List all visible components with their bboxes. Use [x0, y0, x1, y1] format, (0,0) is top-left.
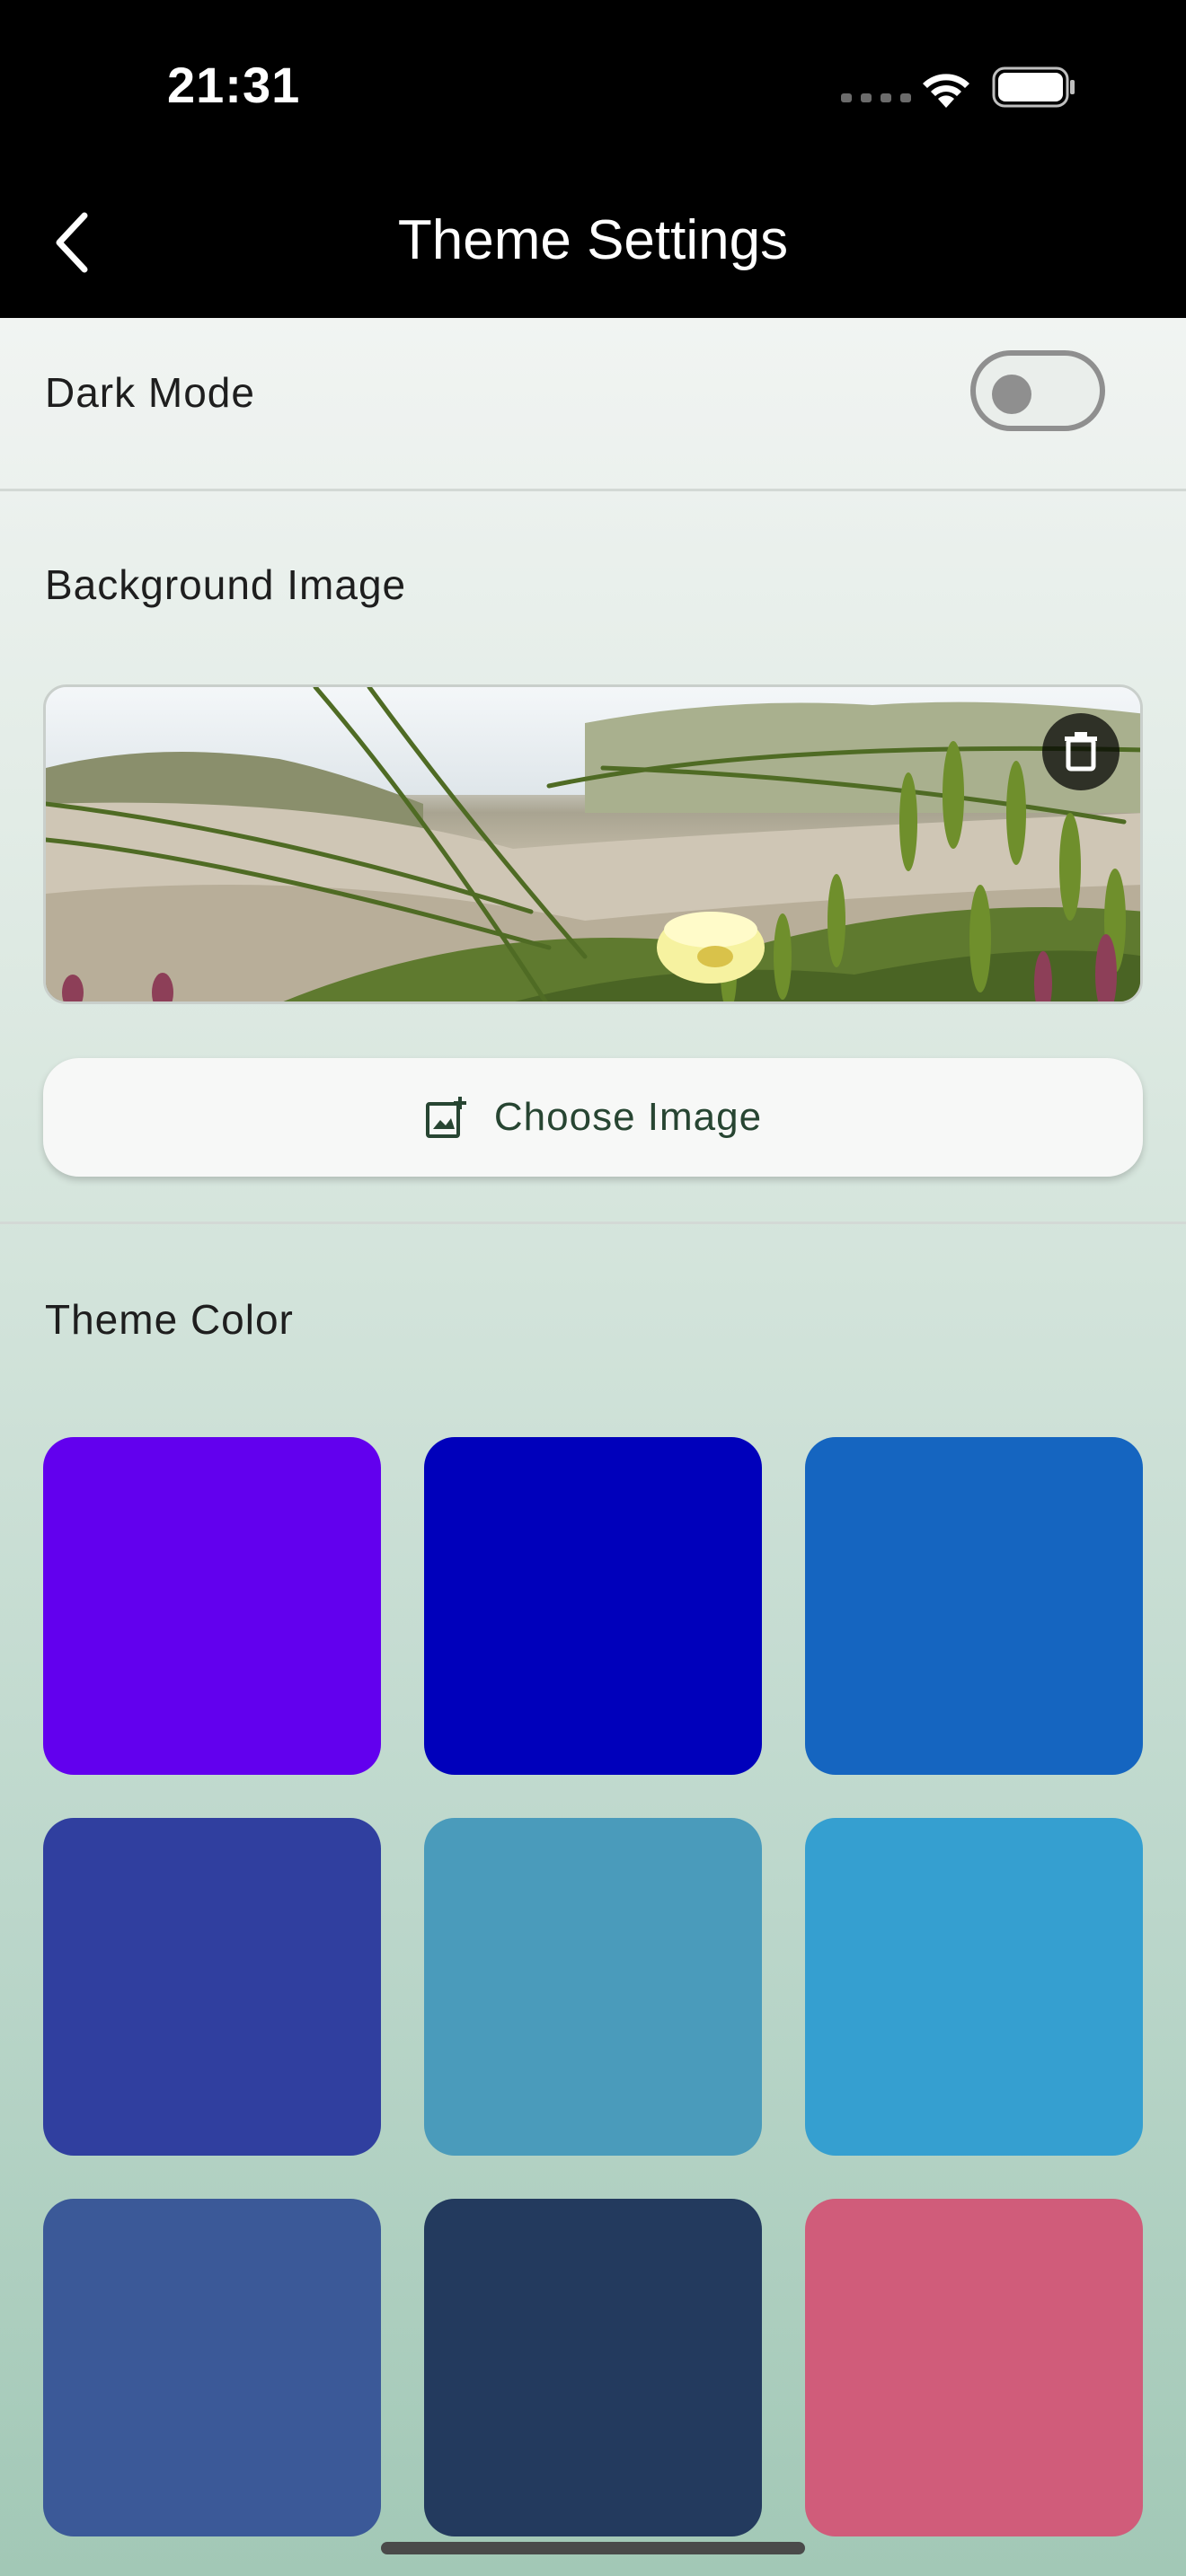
battery-icon — [992, 66, 1075, 108]
cellular-dots-icon — [841, 93, 911, 102]
home-indicator — [381, 2542, 805, 2554]
settings-content: Dark Mode Background Image Choose Image … — [0, 318, 1186, 2576]
theme-color-swatch[interactable] — [424, 1818, 762, 2156]
theme-color-swatch[interactable] — [424, 1437, 762, 1775]
divider — [0, 1222, 1186, 1224]
background-photo — [46, 687, 1140, 1001]
app-header: 21:31 Theme Settings — [0, 0, 1186, 318]
theme-color-swatch[interactable] — [805, 1437, 1143, 1775]
wifi-icon — [923, 74, 969, 108]
choose-image-label: Choose Image — [493, 1095, 763, 1139]
theme-color-swatch[interactable] — [805, 2199, 1143, 2536]
dark-mode-toggle[interactable] — [970, 350, 1105, 431]
status-time: 21:31 — [167, 57, 301, 113]
theme-color-label: Theme Color — [45, 1296, 294, 1343]
background-image-preview — [43, 684, 1143, 1004]
toggle-knob — [992, 375, 1031, 414]
trash-icon — [1065, 732, 1097, 772]
theme-color-swatch[interactable] — [805, 1818, 1143, 2156]
choose-image-button[interactable]: Choose Image — [43, 1058, 1143, 1177]
theme-color-swatch[interactable] — [43, 1818, 381, 2156]
theme-color-swatch[interactable] — [424, 2199, 762, 2536]
delete-image-button[interactable] — [1042, 713, 1120, 790]
dark-mode-label: Dark Mode — [45, 369, 255, 416]
theme-color-swatch[interactable] — [43, 2199, 381, 2536]
theme-color-swatch[interactable] — [43, 1437, 381, 1775]
page-title: Theme Settings — [397, 209, 789, 271]
divider — [0, 489, 1186, 491]
background-image-label: Background Image — [45, 561, 407, 608]
dark-mode-row: Dark Mode — [0, 318, 1186, 489]
add-photo-icon — [425, 1097, 466, 1138]
